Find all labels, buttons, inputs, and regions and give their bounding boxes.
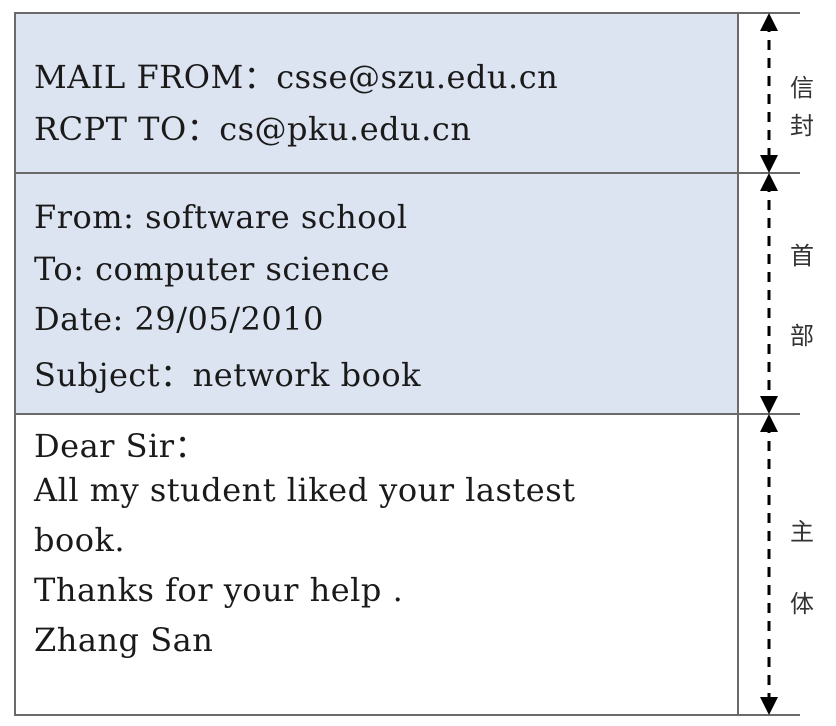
section-arrows <box>760 13 778 715</box>
body-section: Dear Sir： All my student liked your last… <box>14 413 739 716</box>
body-line-3: Thanks for your help . <box>34 571 404 609</box>
envelope-rcpt-to: RCPT TO：cs@pku.edu.cn <box>34 110 472 148</box>
body-label-char-1: 主 <box>790 518 814 546</box>
header-to: To: computer science <box>34 250 390 288</box>
header-label-char-1: 首 <box>790 242 814 270</box>
body-line-1: All my student liked your lastest <box>34 471 576 509</box>
body-signature: Zhang San <box>34 621 214 659</box>
header-section: From: software school To: computer scien… <box>14 172 739 415</box>
body-label-char-2: 体 <box>790 590 814 618</box>
envelope-label-char-1: 信 <box>790 74 814 102</box>
header-subject: Subject：network book <box>34 356 421 394</box>
body-line-2: book. <box>34 521 126 559</box>
envelope-section: MAIL FROM：csse@szu.edu.cn RCPT TO：cs@pku… <box>14 12 739 174</box>
email-structure-diagram: MAIL FROM：csse@szu.edu.cn RCPT TO：cs@pku… <box>14 12 814 716</box>
header-label-char-2: 部 <box>790 322 814 350</box>
envelope-label-char-2: 封 <box>790 112 814 140</box>
header-from: From: software school <box>34 198 408 236</box>
header-date: Date: 29/05/2010 <box>34 300 324 338</box>
envelope-mail-from: MAIL FROM：csse@szu.edu.cn <box>34 58 559 96</box>
body-greeting: Dear Sir： <box>34 427 208 465</box>
